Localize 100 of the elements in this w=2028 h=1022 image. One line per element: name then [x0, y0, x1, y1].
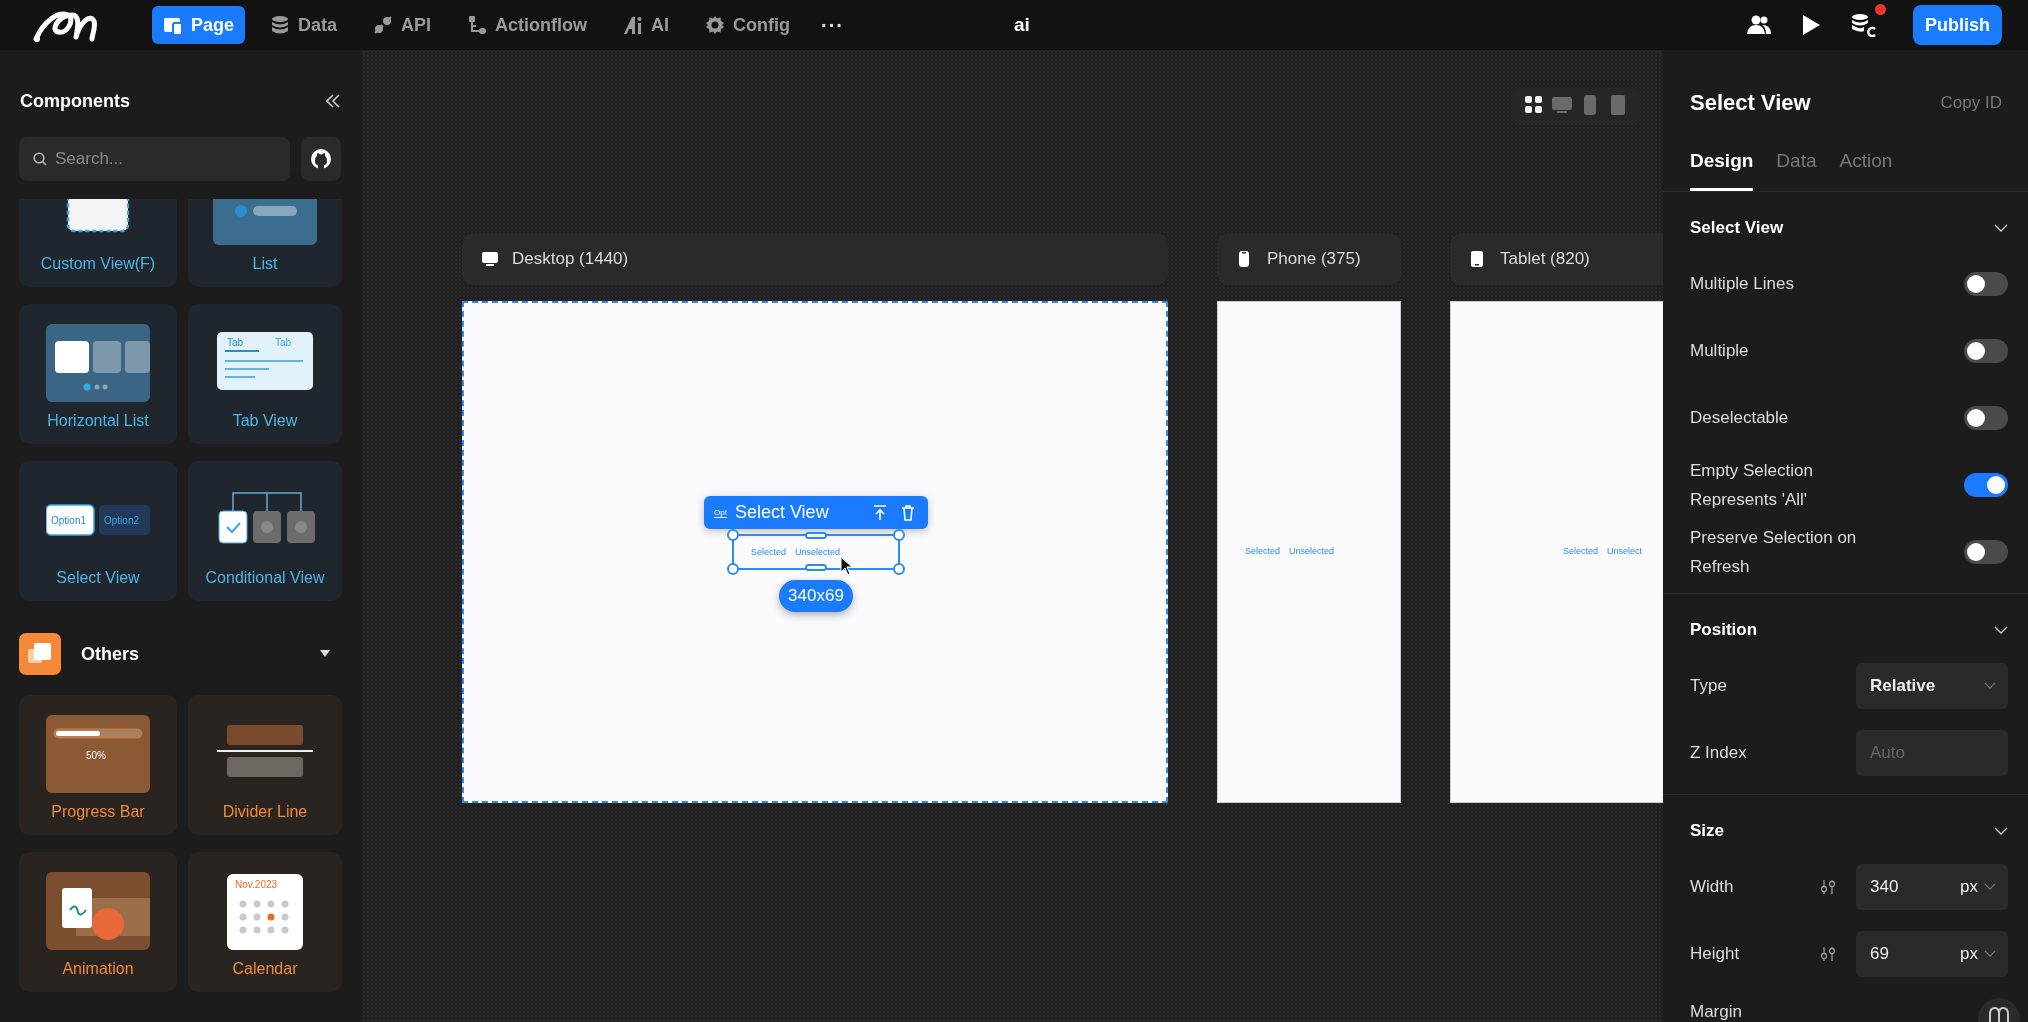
card-label: Animation: [62, 960, 134, 978]
cursor-icon: [840, 556, 854, 576]
chevron-icon: [1984, 883, 1996, 890]
option-text[interactable]: Selected: [1563, 546, 1599, 556]
adjust-icon[interactable]: [1820, 945, 1836, 962]
resize-handle[interactable]: [805, 564, 827, 571]
move-to-top-icon[interactable]: [873, 504, 887, 521]
nav-tab[interactable]: Page: [152, 6, 246, 44]
option-text[interactable]: Unselected: [795, 547, 841, 557]
component-card[interactable]: Conditional View: [188, 461, 342, 601]
caret-icon[interactable]: [320, 650, 330, 658]
tablet-view-icon[interactable]: [1608, 95, 1628, 115]
users-icon: [1747, 15, 1771, 35]
size-field[interactable]: 340 px: [1856, 863, 2008, 910]
component-card[interactable]: Animation: [19, 852, 177, 992]
more-menu[interactable]: ···: [821, 13, 845, 37]
thumbnail-text: 50%: [86, 750, 106, 761]
copy-id-link[interactable]: Copy ID: [1940, 93, 2002, 113]
field-label: Height: [1690, 943, 1740, 965]
option-text[interactable]: Unselect: [1607, 546, 1643, 556]
chevron-icon: [1984, 950, 1996, 957]
nav-tab[interactable]: AI: [612, 6, 681, 44]
github-button[interactable]: [301, 137, 341, 181]
all-view-icon[interactable]: [1524, 95, 1544, 115]
nav-tab[interactable]: Config: [694, 6, 802, 44]
component-card[interactable]: Custom View(F): [19, 199, 177, 287]
card-label: Horizontal List: [47, 412, 149, 430]
nav-tab[interactable]: Actionflow: [456, 6, 599, 44]
unit-dropdown[interactable]: px: [1960, 943, 1978, 964]
device-header[interactable]: Tablet (820): [1450, 233, 1663, 285]
adjust-icon[interactable]: [1820, 878, 1836, 895]
toggle-switch[interactable]: [1964, 539, 2008, 564]
component-card[interactable]: Option1 Option2 Select View: [19, 461, 177, 601]
cat-icon: [310, 148, 332, 170]
page-nav-icon: [163, 15, 183, 35]
field-label: Width: [1690, 876, 1734, 898]
component-card[interactable]: Nov.2023 Calendar: [188, 852, 342, 992]
component-card[interactable]: Horizontal List: [19, 304, 177, 444]
search-icon: [33, 152, 47, 166]
play-icon[interactable]: [1801, 14, 1821, 36]
nav-tab[interactable]: API: [362, 6, 443, 44]
device-header[interactable]: Desktop (1440): [462, 233, 1168, 285]
desktop-view-icon[interactable]: [1552, 95, 1572, 115]
option-text[interactable]: Unselected: [1289, 546, 1335, 556]
collapse-icon[interactable]: [326, 94, 340, 108]
chevron-icon[interactable]: [1994, 827, 2008, 835]
data-nav-icon: [270, 15, 291, 35]
chevron-icon: [1984, 682, 1996, 689]
inspector-tab[interactable]: Action: [1839, 150, 1893, 191]
publish-button[interactable]: Publish: [1913, 5, 2002, 45]
panel-title: Components: [20, 90, 130, 112]
api-nav-icon: [373, 15, 394, 35]
chevron-icon[interactable]: [1994, 224, 2008, 232]
field-label: Deselectable: [1690, 407, 1789, 429]
component-card[interactable]: Tab Tab Tab View: [188, 304, 342, 444]
category-title: Others: [81, 643, 141, 665]
logo-icon: [1988, 1006, 2010, 1022]
resize-handle[interactable]: [893, 529, 905, 541]
desktop-icon: [482, 251, 498, 267]
chevron-icon[interactable]: [1994, 626, 2008, 634]
z-index-field[interactable]: Auto: [1856, 729, 2008, 776]
database-icon[interactable]: [1851, 13, 1877, 37]
component-card[interactable]: List: [188, 199, 342, 287]
component-card[interactable]: 50% Progress Bar: [19, 695, 177, 835]
inspector-tab[interactable]: Data: [1776, 150, 1817, 191]
card-label: Select View: [56, 569, 140, 587]
size-field[interactable]: 69 px: [1856, 930, 2008, 977]
device-header[interactable]: Phone (375): [1217, 233, 1401, 285]
size-badge: 340x69: [779, 580, 853, 612]
resize-handle[interactable]: [727, 529, 739, 541]
thumbnail-text: Option2: [104, 515, 140, 526]
section-title: Size: [1690, 821, 1725, 841]
option-text[interactable]: Selected: [751, 547, 787, 557]
trash-icon[interactable]: [901, 504, 915, 521]
toggle-switch[interactable]: [1964, 338, 2008, 363]
type-dropdown[interactable]: Relative: [1856, 662, 2008, 709]
toggle-switch[interactable]: [1964, 271, 2008, 296]
resize-handle[interactable]: [893, 563, 905, 575]
card-label: Calendar: [232, 960, 298, 978]
resize-handle[interactable]: [805, 532, 827, 539]
toggle-switch[interactable]: [1964, 405, 2008, 430]
field-label: Preserve Selection on Refresh: [1690, 526, 1858, 578]
resize-handle[interactable]: [727, 563, 739, 575]
device-label: Tablet (820): [1500, 249, 1590, 269]
nav-tab[interactable]: Data: [259, 6, 349, 44]
device-label: Phone (375): [1267, 249, 1361, 269]
field-label: Type: [1690, 675, 1727, 697]
card-label: Conditional View: [205, 569, 325, 587]
field-label: Empty Selection Represents 'All': [1690, 459, 1814, 511]
component-card[interactable]: Divider Line: [188, 695, 342, 835]
tablet-icon: [1470, 251, 1486, 267]
toggle-switch[interactable]: [1964, 472, 2008, 497]
option-text[interactable]: Selected: [1245, 546, 1281, 556]
unit-dropdown[interactable]: px: [1960, 876, 1978, 897]
inspector-tab[interactable]: Design: [1690, 150, 1754, 191]
config-nav-icon: [705, 15, 726, 35]
section-title: Select View: [1690, 218, 1784, 238]
search-field[interactable]: Search...: [19, 137, 290, 181]
custom-view-thumbnail-drawing: [66, 199, 130, 233]
actionflow-nav-icon: [467, 15, 488, 35]
